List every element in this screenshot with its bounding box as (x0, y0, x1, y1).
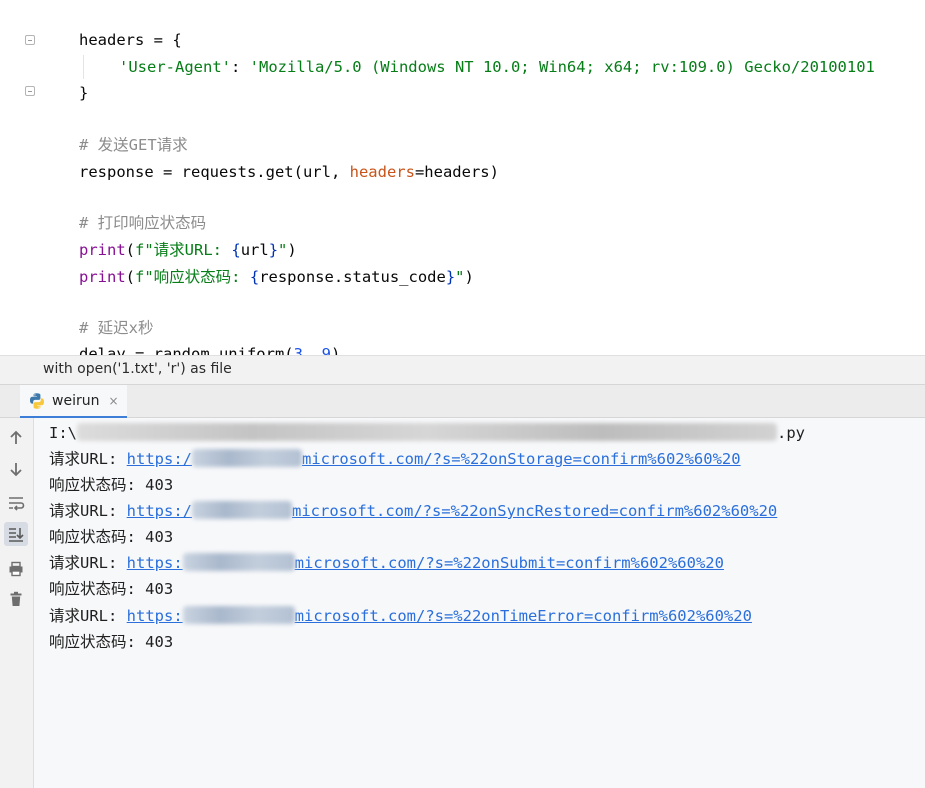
editor-gutter (0, 0, 62, 355)
fold-close-icon[interactable] (25, 86, 35, 96)
console-status-line: 响应状态码: 403 (49, 476, 174, 494)
editor-breadcrumb[interactable]: with open('1.txt', 'r') as file (0, 355, 925, 384)
redacted-host (182, 606, 295, 624)
url-link[interactable]: https:/microsoft.com/?s=%22onSyncRestore… (127, 501, 777, 520)
code-comment-2: # 打印响应状态码 (79, 214, 207, 232)
console-status-line: 响应状态码: 403 (49, 528, 174, 546)
soft-wrap-icon[interactable] (4, 491, 28, 515)
code-line-print-url: print(f"请求URL: {url}") (79, 241, 297, 259)
breadcrumb-item[interactable]: with open('1.txt', 'r') as file (43, 361, 232, 377)
indent-guide (83, 55, 84, 79)
print-icon[interactable] (4, 557, 28, 581)
run-tab-label: weirun (52, 392, 100, 409)
code-line-delay: delay = random.uniform(3, 9) (79, 345, 341, 355)
code-comment-3: # 延迟x秒 (79, 319, 154, 337)
redacted-host (192, 501, 292, 519)
scroll-to-end-icon[interactable] (4, 522, 28, 546)
console-path-line: I:\ .py (49, 423, 805, 442)
code-line-print-status: print(f"响应状态码: {response.status_code}") (79, 268, 474, 286)
console-url-line: 请求URL: https:/microsoft.com/?s=%22onSync… (49, 501, 778, 520)
run-toolbar (0, 418, 34, 788)
python-icon (30, 392, 44, 409)
code-line-1: headers = { (79, 31, 182, 49)
redacted-host (182, 553, 295, 571)
url-link[interactable]: https: microsoft.com/?s=%22onTimeError=co… (127, 606, 752, 625)
code-editor[interactable]: headers = { 'User-Agent': 'Mozilla/5.0 (… (0, 0, 925, 355)
run-tool-header: weirun × (0, 384, 925, 418)
code-line-2: 'User-Agent': 'Mozilla/5.0 (Windows NT 1… (119, 58, 875, 76)
console-url-line: 请求URL: https:/microsoft.com/?s=%22onStor… (49, 449, 741, 468)
run-tab-weirun[interactable]: weirun × (20, 385, 127, 418)
down-arrow-icon[interactable] (4, 457, 28, 481)
url-link[interactable]: https: microsoft.com/?s=%22onSubmit=confi… (127, 553, 724, 572)
redacted-host (192, 449, 302, 467)
redacted-path (77, 423, 777, 441)
console-status-line: 响应状态码: 403 (49, 633, 174, 651)
code-line-response: response = requests.get(url, headers=hea… (79, 163, 499, 181)
console-url-line: 请求URL: https: microsoft.com/?s=%22onTimeE… (49, 606, 752, 625)
code-comment-1: # 发送GET请求 (79, 136, 188, 154)
console-status-line: 响应状态码: 403 (49, 580, 174, 598)
console-url-line: 请求URL: https: microsoft.com/?s=%22onSubmi… (49, 553, 724, 572)
code-line-3: } (79, 84, 89, 102)
fold-open-icon[interactable] (25, 35, 35, 45)
console-output[interactable]: I:\ .py 请求URL: https:/microsoft.com/?s=%2… (34, 418, 925, 788)
trash-icon[interactable] (4, 587, 28, 611)
close-icon[interactable]: × (108, 394, 118, 408)
url-link[interactable]: https:/microsoft.com/?s=%22onStorage=con… (127, 449, 741, 468)
up-arrow-icon[interactable] (4, 426, 28, 450)
